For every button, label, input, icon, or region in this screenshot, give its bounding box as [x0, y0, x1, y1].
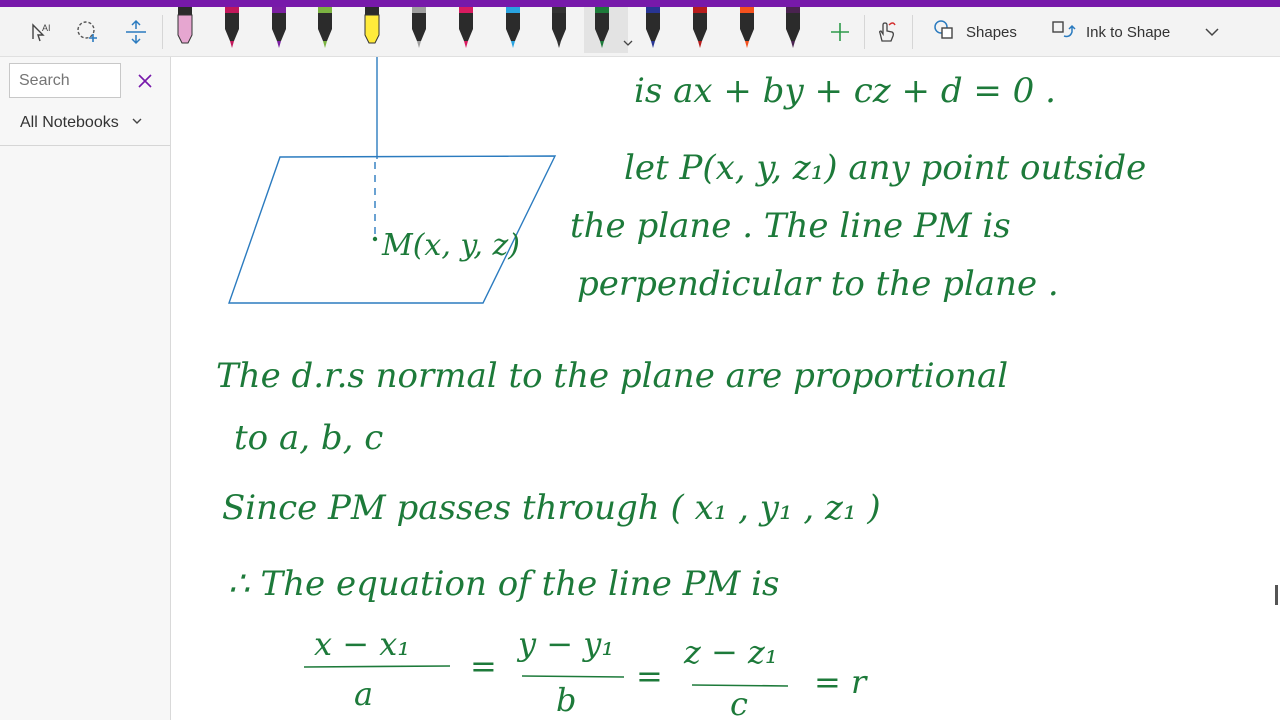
sidebar-divider	[0, 145, 170, 146]
shapes-icon	[932, 18, 956, 46]
lasso-text-select-button[interactable]: AI	[22, 13, 62, 51]
fraction-1-numerator: x − x₁	[314, 625, 410, 663]
note-line-drs: The d.r.s normal to the plane are propor…	[216, 356, 1008, 396]
close-search-button[interactable]	[133, 69, 157, 93]
pen-swatch-14[interactable]	[778, 7, 808, 53]
plus-icon	[828, 20, 852, 44]
note-canvas[interactable]: M(x, y, z) is ax + by + cz + d = 0 . let…	[172, 57, 1280, 720]
note-line-pm: the plane . The line PM is	[570, 206, 1011, 246]
pen-swatch-1[interactable]	[170, 7, 200, 53]
fraction-1-bar	[303, 665, 451, 668]
fraction-3-numerator: z − z₁	[683, 633, 778, 671]
pen-swatch-5[interactable]	[357, 7, 387, 53]
point-m-label: M(x, y, z)	[381, 228, 520, 263]
ink-layer: M(x, y, z) is ax + by + cz + d = 0 . let…	[216, 57, 1146, 720]
pen-swatch-11[interactable]	[638, 7, 668, 53]
shapes-label: Shapes	[966, 23, 1017, 41]
hand-pointer-icon	[873, 19, 899, 45]
pen-swatch-7[interactable]	[451, 7, 481, 53]
title-accent-bar	[0, 0, 1280, 7]
lasso-select-icon	[75, 19, 101, 45]
pen-swatch-4[interactable]	[310, 7, 340, 53]
lasso-select-button[interactable]	[68, 13, 108, 51]
chevron-down-icon	[1204, 24, 1220, 40]
pen-swatch-10[interactable]	[584, 7, 633, 53]
equals-sign-1: =	[470, 647, 497, 685]
vertical-scroll-thumb[interactable]	[1275, 585, 1278, 605]
search-sidebar: All Notebooks	[0, 57, 171, 720]
pen-swatch-2[interactable]	[217, 7, 247, 53]
note-line-abc: to a, b, c	[234, 418, 383, 458]
add-pen-button[interactable]	[820, 13, 860, 51]
point-m-dot	[372, 236, 378, 242]
fraction-1-denominator: a	[354, 675, 373, 713]
ratio-r: = r	[814, 663, 868, 701]
notebook-scope-label: All Notebooks	[20, 114, 119, 131]
fraction-2-numerator: y − y₁	[516, 625, 614, 663]
more-options-button[interactable]	[1192, 13, 1232, 51]
note-line-plane-equation: is ax + by + cz + d = 0 .	[634, 71, 1056, 111]
toolbar-divider	[912, 15, 913, 49]
pen-swatch-12[interactable]	[685, 7, 715, 53]
note-line-perpendicular: perpendicular to the plane .	[577, 264, 1059, 304]
fraction-3-denominator: c	[730, 685, 748, 720]
note-line-equation-of-line: ∴ The equation of the line PM is	[228, 564, 779, 604]
svg-text:AI: AI	[42, 23, 51, 33]
ink-to-shape-icon	[1050, 18, 1076, 46]
ink-to-shape-button[interactable]: Ink to Shape	[1044, 15, 1176, 49]
add-space-button[interactable]	[116, 13, 156, 51]
chevron-down-icon	[131, 114, 143, 132]
shapes-button[interactable]: Shapes	[926, 15, 1023, 49]
pen-swatch-6[interactable]	[404, 7, 434, 53]
pen-swatch-9[interactable]	[544, 7, 574, 53]
toolbar-divider	[864, 15, 865, 49]
lasso-text-select-icon: AI	[29, 19, 55, 45]
draw-toolbar: AI Shapes Ink to Shape	[0, 7, 1280, 57]
pen-swatch-3[interactable]	[264, 7, 294, 53]
close-icon	[133, 74, 157, 97]
touch-draw-button[interactable]	[866, 13, 906, 51]
search-input[interactable]	[9, 63, 121, 98]
pen-swatch-8[interactable]	[498, 7, 528, 53]
note-line-since: Since PM passes through ( x₁ , y₁ , z₁ )	[222, 488, 881, 528]
toolbar-divider	[162, 15, 163, 49]
fraction-2-denominator: b	[556, 681, 576, 719]
note-line-point-p: let P(x, y, z₁) any point outside	[624, 148, 1146, 188]
fraction-2-bar	[521, 675, 625, 678]
notebook-scope-dropdown[interactable]: All Notebooks	[20, 112, 143, 134]
pen-swatch-13[interactable]	[732, 7, 762, 53]
add-space-icon	[123, 19, 149, 45]
ink-to-shape-label: Ink to Shape	[1086, 23, 1171, 41]
equals-sign-2: =	[636, 657, 663, 695]
